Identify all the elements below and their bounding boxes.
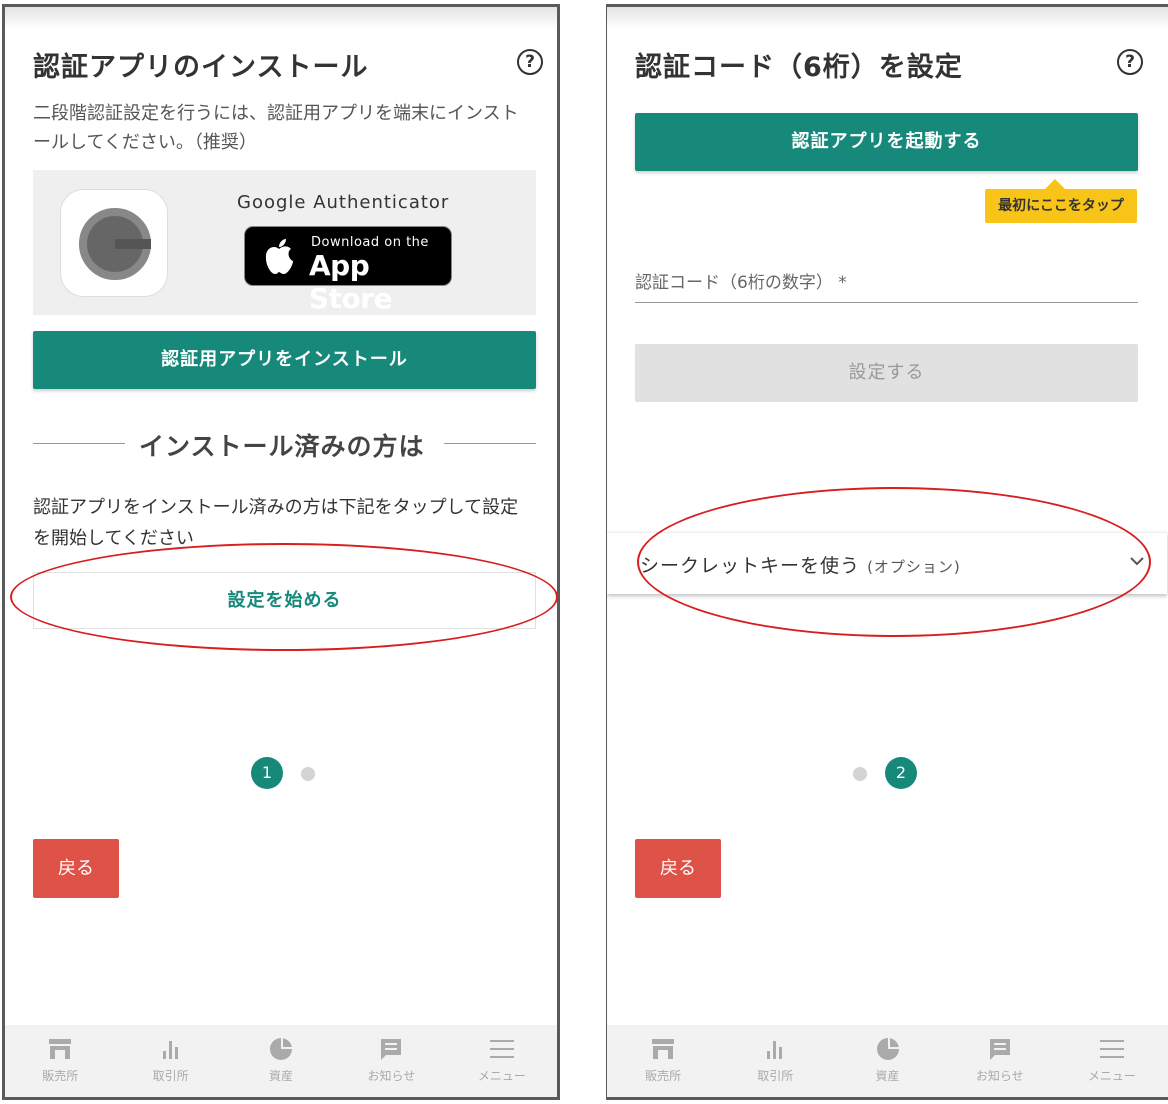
nav-item-menu[interactable]: メニュー [447,1025,557,1097]
google-authenticator-icon [60,189,168,297]
page-title: 認証コード（6桁）を設定 [635,52,963,83]
step-dot-active: 1 [251,757,283,789]
store-icon [652,1039,675,1059]
nav-label: メニュー [1087,1069,1136,1083]
bar-chart-icon [162,1041,178,1059]
nav-item-assets[interactable]: 資産 [831,1025,943,1097]
nav-item-exchange[interactable]: 取引所 [115,1025,225,1097]
nav-item-assets[interactable]: 資産 [226,1025,336,1097]
nav-item-notices[interactable]: お知らせ [944,1025,1056,1097]
pie-chart-icon [876,1038,899,1060]
annotation-ellipse [637,487,1151,637]
menu-icon [1099,1040,1124,1058]
install-app-button[interactable]: 認証用アプリをインストール [33,331,536,389]
nav-label: お知らせ [975,1069,1024,1083]
app-store-badge[interactable]:  Download on the App Store [244,226,452,315]
app-name: Google Authenticator [237,192,450,213]
hint-tooltip: 最初にここをタップ [985,189,1137,223]
back-button[interactable]: 戻る [635,839,721,898]
nav-label: 取引所 [757,1069,794,1083]
installed-divider: インストール済みの方は [33,427,536,461]
code-input-label[interactable]: 認証コード（6桁の数字） * [635,268,847,293]
nav-item-store[interactable]: 販売所 [5,1025,115,1097]
nav-label: 取引所 [152,1069,189,1083]
message-icon [989,1039,1010,1060]
pie-chart-icon [270,1038,293,1060]
back-button[interactable]: 戻る [33,839,119,898]
status-bar-shadow [5,7,557,29]
launch-app-button[interactable]: 認証アプリを起動する [635,113,1138,171]
annotation-ellipse [10,543,557,651]
step-dot [301,767,315,781]
badge-small-text: Download on the [311,235,429,250]
step-dot [853,767,867,781]
tooltip-arrow [1045,179,1065,189]
nav-item-store[interactable]: 販売所 [607,1025,719,1097]
install-screen: 認証アプリのインストール ? 二段階認証設定を行うには、認証用アプリを端末にイン… [2,4,560,1100]
step-dot-active: 2 [885,757,917,789]
nav-label: お知らせ [367,1069,416,1083]
code-setup-screen: 認証コード（6桁）を設定 ? 認証アプリを起動する 最初にここをタップ 認証コー… [606,4,1168,1100]
help-icon[interactable]: ? [517,49,543,75]
nav-item-menu[interactable]: メニュー [1056,1025,1168,1097]
bar-chart-icon [767,1041,783,1059]
bottom-nav: 販売所 取引所 資産 お知らせ メニュー [5,1025,557,1097]
install-description: 二段階認証設定を行うには、認証用アプリを端末にインストールしてください。（推奨） [33,103,519,153]
nav-item-notices[interactable]: お知らせ [336,1025,446,1097]
nav-label: メニュー [477,1069,526,1083]
message-icon [381,1039,402,1060]
bottom-nav: 販売所 取引所 資産 お知らせ メニュー [607,1025,1168,1097]
store-icon [49,1039,72,1059]
nav-label: 販売所 [645,1069,682,1083]
app-card: Google Authenticator  Download on the A… [33,170,536,315]
badge-big-text: App Store [309,249,393,315]
set-button[interactable]: 設定する [635,344,1138,402]
apple-logo-icon [265,239,293,274]
divider-text: インストール済みの方は [139,432,425,461]
nav-label: 販売所 [42,1069,79,1083]
code-input-field[interactable] [635,302,1138,303]
status-bar-shadow [607,7,1168,29]
help-icon[interactable]: ? [1117,49,1143,75]
nav-label: 資産 [875,1069,900,1083]
page-title: 認証アプリのインストール [33,52,369,83]
menu-icon [489,1040,514,1058]
nav-item-exchange[interactable]: 取引所 [719,1025,831,1097]
nav-label: 資産 [269,1069,294,1083]
